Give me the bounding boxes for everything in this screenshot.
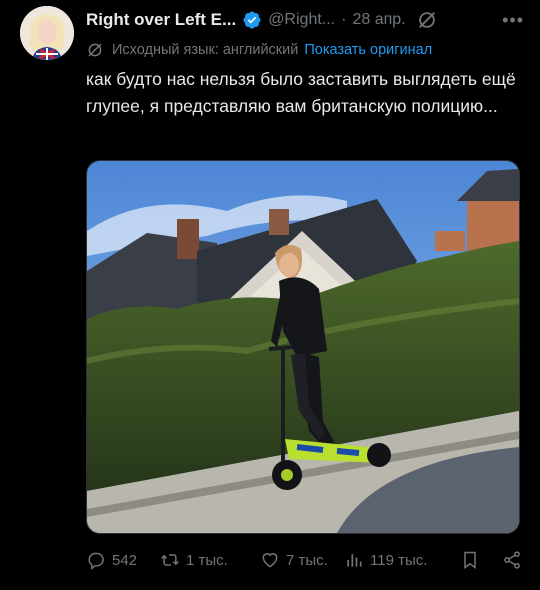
tweet-header: Right over Left E... @Right... · 28 апр.… xyxy=(86,8,524,32)
author-name[interactable]: Right over Left E... xyxy=(86,10,236,30)
retweet-count: 1 тыс. xyxy=(186,551,228,569)
bookmark-button[interactable] xyxy=(460,550,480,570)
translation-notice: Исходный язык: английский Показать ориги… xyxy=(86,40,432,60)
like-button[interactable]: 7 тыс. xyxy=(260,550,344,570)
more-icon[interactable]: ••• xyxy=(502,10,524,31)
author-handle[interactable]: @Right... xyxy=(268,11,335,29)
view-count: 119 тыс. xyxy=(370,551,428,569)
retweet-button[interactable]: 1 тыс. xyxy=(160,550,260,570)
reply-count: 542 xyxy=(112,551,138,569)
reply-button[interactable]: 542 xyxy=(86,550,160,570)
tweet-date[interactable]: 28 апр. xyxy=(352,11,405,29)
bookmark-icon xyxy=(464,551,476,569)
avatar[interactable] xyxy=(20,6,74,60)
separator-dot: · xyxy=(341,11,347,28)
share-button[interactable] xyxy=(502,550,522,570)
verified-badge-icon xyxy=(243,11,261,29)
reply-icon xyxy=(88,552,104,570)
translate-icon xyxy=(88,43,102,57)
share-icon xyxy=(504,551,520,569)
views-icon xyxy=(347,554,362,567)
tweet-actions: 542 1 тыс. 7 тыс. 119 тыс. xyxy=(86,545,526,575)
grok-icon[interactable] xyxy=(416,9,438,31)
tweet-photo[interactable] xyxy=(86,160,520,534)
tweet-text: как будто нас нельзя было заставить выгл… xyxy=(86,69,516,116)
heart-icon xyxy=(262,553,278,568)
avatar-image xyxy=(20,6,74,60)
translation-label: Исходный язык: английский xyxy=(112,42,299,58)
show-original-link[interactable]: Показать оригинал xyxy=(304,42,432,58)
like-count: 7 тыс. xyxy=(286,551,328,569)
retweet-icon xyxy=(161,554,179,566)
photo-police-officer-on-scooter xyxy=(87,161,519,533)
views-button[interactable]: 119 тыс. xyxy=(344,550,454,570)
